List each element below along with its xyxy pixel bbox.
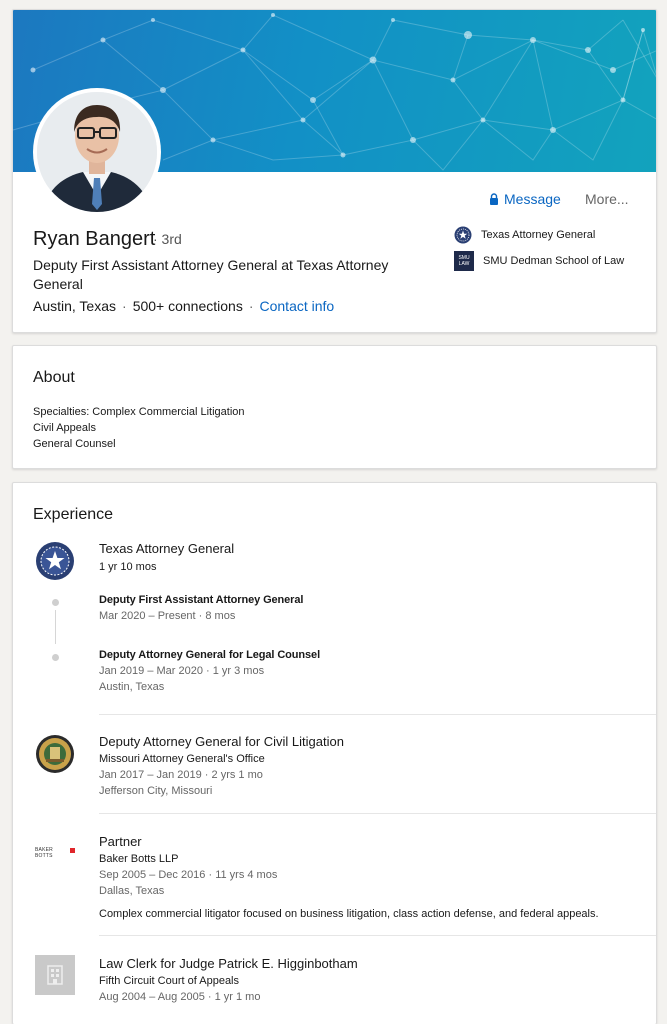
role-title: Deputy First Assistant Attorney General: [99, 594, 304, 606]
smu-logo-text: SMU LAW: [458, 255, 470, 267]
position-dates: Jan 2017 – Jan 2019 · 2 yrs 1 mo: [99, 769, 263, 781]
about-line: Specialties: Complex Commercial Litigati…: [33, 406, 245, 418]
lock-icon: [490, 193, 498, 205]
position-title[interactable]: Partner: [99, 834, 142, 849]
about-line: Civil Appeals: [33, 422, 96, 434]
profile-card: Message More... Ryan Bangert · 3rd Deput…: [12, 9, 657, 333]
company-name: Fifth Circuit Court of Appeals: [99, 975, 240, 987]
position-description: Complex commercial litigator focused on …: [99, 908, 599, 920]
about-title: About: [33, 369, 75, 386]
org-label: Texas Attorney General: [481, 229, 596, 241]
texas-seal-icon: [36, 542, 74, 580]
role-title: Deputy Attorney General for Legal Counse…: [99, 649, 321, 661]
person-portrait-icon: [37, 92, 157, 212]
company-name[interactable]: Texas Attorney General: [99, 541, 234, 556]
profile-location: Austin, Texas: [33, 298, 117, 314]
position-title[interactable]: Law Clerk for Judge Patrick E. Higginbot…: [99, 956, 358, 971]
position-title[interactable]: Deputy Attorney General for Civil Litiga…: [99, 734, 344, 749]
position-dates: Sep 2005 – Dec 2016 · 11 yrs 4 mos: [99, 869, 278, 881]
profile-photo: [37, 92, 157, 212]
contact-info-link[interactable]: Contact info: [260, 298, 335, 314]
experience-card: Experience Texas Attorney General 1 yr 1…: [12, 482, 657, 1024]
missouri-seal-icon: [36, 735, 74, 773]
missouri-seal-logo: [35, 734, 75, 774]
timeline-dot: [52, 654, 59, 661]
divider: [99, 935, 656, 936]
company-duration: 1 yr 10 mos: [99, 561, 157, 573]
message-button-label: Message: [504, 191, 561, 207]
profile-headline: Deputy First Assistant Attorney General …: [33, 257, 389, 292]
timeline-line: [55, 610, 56, 644]
experience-title: Experience: [33, 506, 114, 523]
texas-ag-logo: [35, 541, 75, 581]
more-button[interactable]: More...: [585, 191, 629, 207]
separator-dot: ·: [248, 298, 254, 314]
profile-name: Ryan Bangert: [33, 228, 156, 250]
location-line: Austin, Texas · 500+ connections · Conta…: [33, 298, 334, 314]
connection-degree: · 3rd: [153, 231, 182, 247]
role-location: Austin, Texas: [99, 681, 165, 693]
profile-avatar[interactable]: [33, 88, 161, 216]
role-dates: Jan 2019 – Mar 2020 · 1 yr 3 mos: [99, 665, 265, 677]
timeline-dot: [52, 599, 59, 606]
about-line: General Counsel: [33, 438, 116, 450]
baker-botts-logo: BAKER BOTTS: [35, 833, 75, 873]
position-location: Dallas, Texas: [99, 885, 165, 897]
position-dates: Aug 2004 – Aug 2005 · 1 yr 1 mo: [99, 991, 261, 1003]
connections-count[interactable]: 500+ connections: [133, 298, 243, 314]
company-name: Baker Botts LLP: [99, 853, 179, 865]
smu-law-logo: SMU LAW: [454, 251, 474, 271]
separator-dot: ·: [122, 298, 127, 314]
divider: [99, 714, 656, 715]
baker-botts-red-square: [70, 847, 75, 853]
position-location: Jefferson City, Missouri: [99, 785, 213, 797]
org-label: SMU Dedman School of Law: [483, 255, 625, 267]
building-placeholder-logo: [35, 955, 75, 995]
org-texas-ag[interactable]: Texas Attorney General: [454, 226, 595, 244]
divider: [99, 813, 656, 814]
role-dates: Mar 2020 – Present · 8 mos: [99, 610, 236, 622]
company-name: Missouri Attorney General's Office: [99, 753, 265, 765]
message-button[interactable]: Message: [489, 191, 561, 207]
baker-botts-logo-text: BAKER BOTTS: [35, 847, 53, 859]
about-text: Specialties: Complex Commercial Litigati…: [33, 404, 245, 452]
building-icon: [47, 965, 63, 985]
org-smu-law[interactable]: SMU LAW SMU Dedman School of Law: [454, 251, 624, 271]
texas-seal-icon: [454, 226, 472, 244]
about-card: About Specialties: Complex Commercial Li…: [12, 345, 657, 469]
